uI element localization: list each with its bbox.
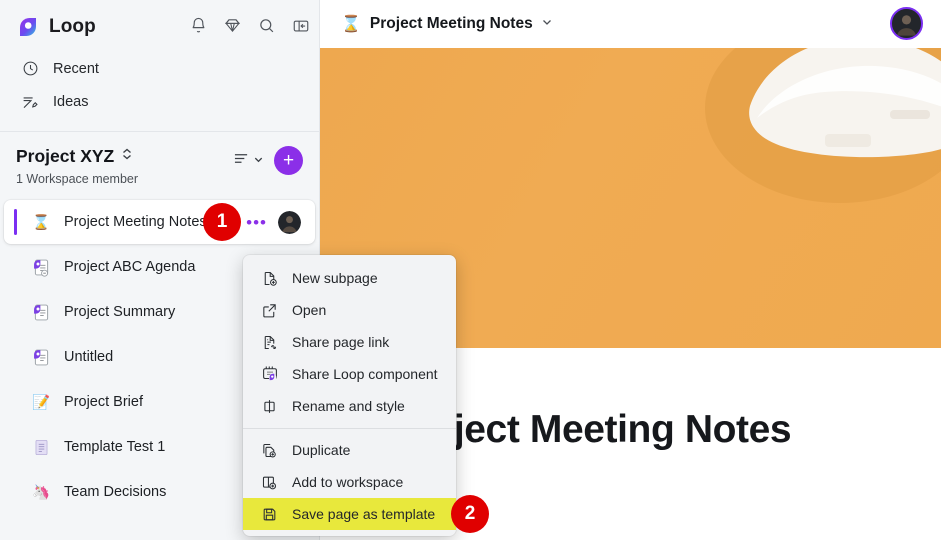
search-icon[interactable] — [253, 12, 280, 39]
menu-item-label: Add to workspace — [292, 474, 404, 490]
collapse-sidebar-icon[interactable] — [287, 12, 314, 39]
menu-item-open[interactable]: Open — [243, 294, 456, 326]
menu-divider — [243, 428, 456, 429]
user-avatar[interactable] — [890, 7, 923, 40]
annotation-badge-1: 1 — [203, 203, 241, 241]
hourglass-icon: ⌛ — [341, 16, 361, 33]
chevron-updown-icon[interactable] — [121, 147, 133, 166]
loop-page-icon — [30, 301, 52, 323]
page-item-label: Untitled — [64, 349, 114, 365]
page-item-label: Project Summary — [64, 304, 176, 320]
sidebar-top-section: Loop Recent Ideas — [0, 0, 319, 132]
page-item-label: Project Brief — [64, 394, 143, 410]
new-subpage-icon — [260, 269, 279, 288]
menu-item-duplicate[interactable]: Duplicate — [243, 434, 456, 466]
memo-pencil-icon: 📝 — [31, 394, 51, 411]
share-page-link-icon — [260, 333, 279, 352]
save-floppy-icon — [260, 505, 279, 524]
sidebar-nav: Recent Ideas — [0, 44, 319, 118]
premium-diamond-icon[interactable] — [219, 12, 246, 39]
menu-item-label: Save page as template — [292, 506, 436, 522]
menu-item-label: Rename and style — [292, 398, 405, 414]
add-to-workspace-icon — [260, 473, 279, 492]
menu-item-add-to-workspace[interactable]: Add to workspace — [243, 466, 456, 498]
sidebar-item-label: Ideas — [53, 93, 89, 110]
hourglass-icon: ⌛ — [31, 214, 51, 231]
sidebar-top-icons — [185, 12, 314, 39]
sidebar-item-label: Recent — [53, 60, 99, 77]
menu-item-label: Open — [292, 302, 327, 318]
sort-button[interactable] — [233, 151, 264, 171]
loop-page-icon — [30, 256, 52, 278]
chevron-down-icon[interactable] — [541, 15, 553, 33]
brand-name: Loop — [49, 16, 96, 37]
top-bar: ⌛ Project Meeting Notes — [320, 0, 941, 48]
menu-item-save-page-as-template[interactable]: Save page as template — [243, 498, 456, 530]
page-item-label: Project ABC Agenda — [64, 259, 196, 275]
rename-style-icon — [260, 397, 279, 416]
workspace-actions: + — [233, 146, 303, 175]
page-avatar — [278, 210, 301, 234]
page-item-label: Team Decisions — [64, 484, 167, 500]
sort-lines-icon — [233, 151, 250, 171]
page-item-label: Project Meeting Notes — [64, 214, 207, 230]
menu-item-label: Share page link — [292, 334, 390, 350]
workspace-header: Project XYZ 1 Workspace member + — [0, 132, 319, 194]
page-item-project-meeting-notes[interactable]: ⌛ Project Meeting Notes ••• — [4, 200, 315, 244]
loop-page-icon — [30, 346, 52, 368]
annotation-badge-2: 2 — [451, 495, 489, 533]
share-loop-component-icon — [260, 365, 279, 384]
document-icon — [30, 436, 52, 458]
menu-item-share-page-link[interactable]: Share page link — [243, 326, 456, 358]
pencil-write-icon — [20, 92, 40, 112]
page-more-options-button[interactable]: ••• — [246, 214, 267, 231]
plus-icon: + — [282, 150, 295, 171]
open-external-icon — [260, 301, 279, 320]
page-item-label: Template Test 1 — [64, 439, 166, 455]
workspace-title: Project XYZ — [16, 146, 115, 166]
menu-item-rename-and-style[interactable]: Rename and style — [243, 390, 456, 422]
add-page-button[interactable]: + — [274, 146, 303, 175]
menu-item-share-loop-component[interactable]: Share Loop component — [243, 358, 456, 390]
menu-item-label: Share Loop component — [292, 366, 438, 382]
sidebar-item-ideas[interactable]: Ideas — [0, 85, 319, 118]
breadcrumb-title[interactable]: Project Meeting Notes — [370, 15, 533, 33]
notifications-icon[interactable] — [185, 12, 212, 39]
clock-icon — [20, 59, 40, 79]
loop-logo-icon — [16, 15, 40, 39]
sidebar-item-recent[interactable]: Recent — [0, 52, 319, 85]
chevron-down-icon — [253, 152, 264, 170]
selected-indicator — [14, 209, 17, 235]
duplicate-icon — [260, 441, 279, 460]
unicorn-icon: 🦄 — [31, 484, 51, 501]
app-root: Loop Recent Ideas Project XYZ 1 Workspac… — [0, 0, 941, 540]
menu-item-label: Duplicate — [292, 442, 351, 458]
menu-item-new-subpage[interactable]: New subpage — [243, 262, 456, 294]
menu-item-label: New subpage — [292, 270, 378, 286]
context-menu: New subpage Open Share page link Share L… — [243, 255, 456, 536]
